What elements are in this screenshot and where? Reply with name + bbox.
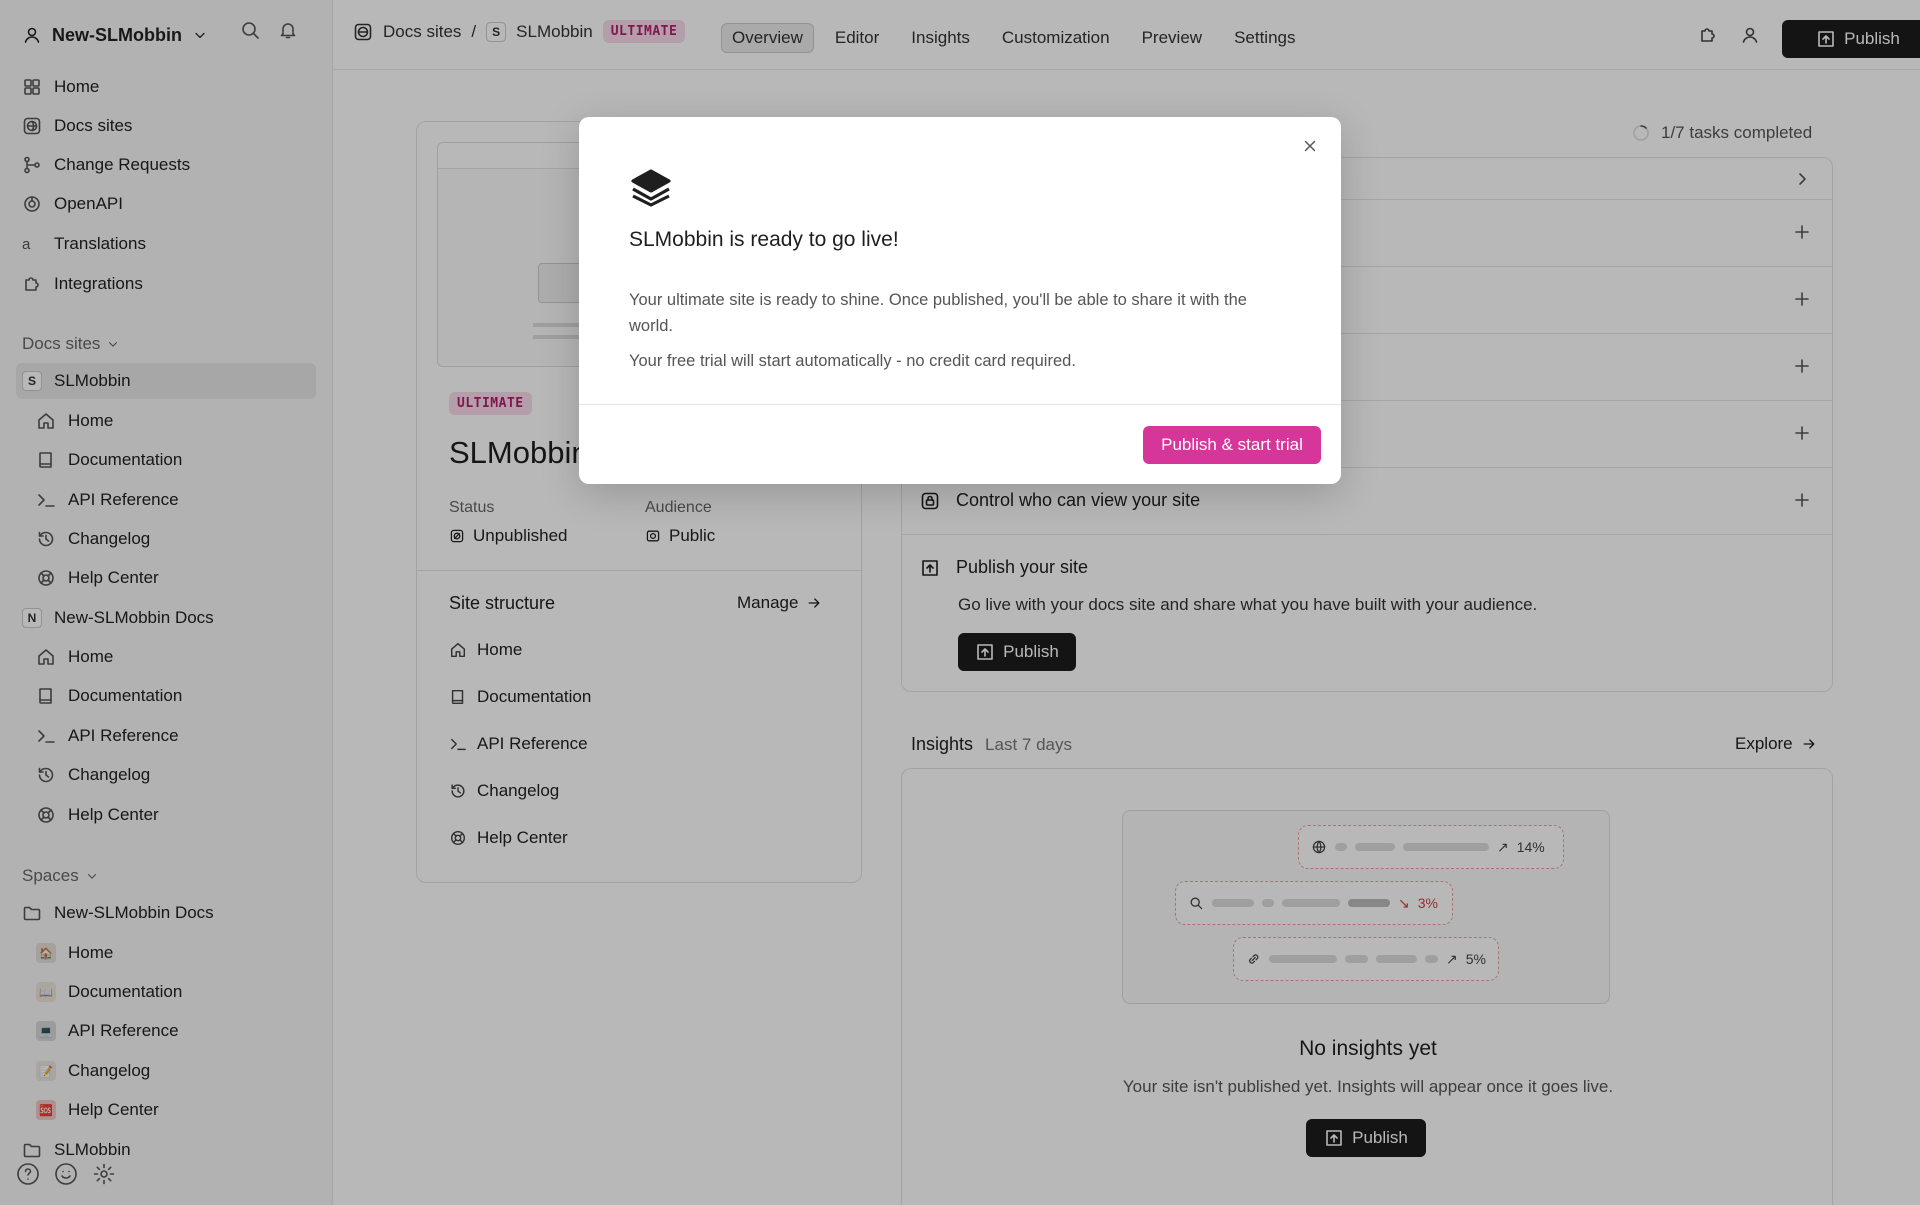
- modal-text-2: Your free trial will start automatically…: [629, 352, 1076, 370]
- publish-start-trial-button[interactable]: Publish & start trial: [1143, 426, 1321, 464]
- modal-text-1: Your ultimate site is ready to shine. On…: [629, 291, 1247, 335]
- close-icon[interactable]: [1301, 137, 1319, 155]
- modal-title: SLMobbin is ready to go live!: [629, 228, 899, 251]
- publish-modal: SLMobbin is ready to go live! Your ultim…: [579, 117, 1341, 484]
- gitbook-logo-icon: [631, 169, 671, 207]
- modal-divider: [579, 404, 1341, 405]
